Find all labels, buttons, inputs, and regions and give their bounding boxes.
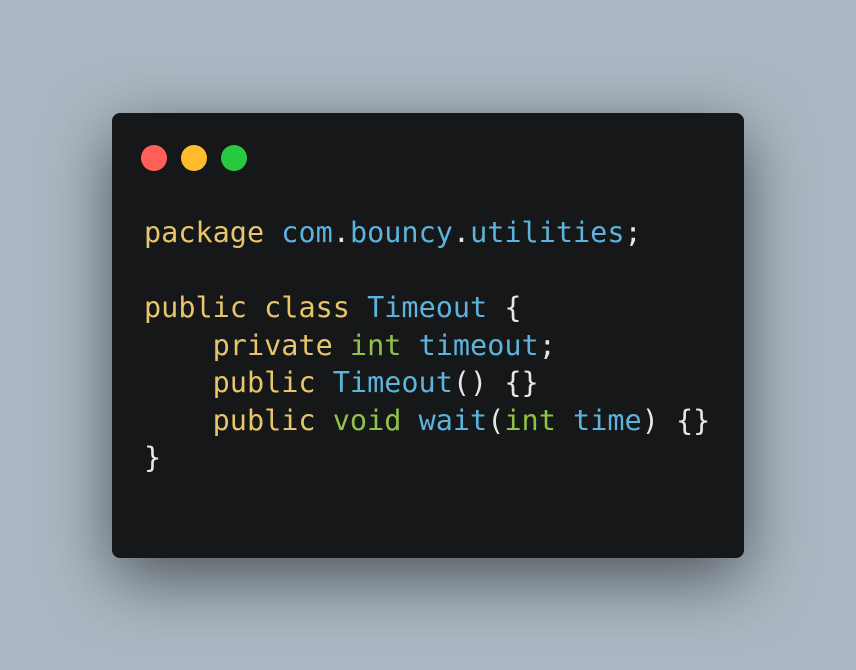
punctuation-token: { [487, 291, 522, 324]
punctuation-token [401, 329, 418, 362]
close-dot[interactable] [141, 145, 167, 171]
code-line: } [144, 439, 710, 477]
punctuation-token [316, 366, 333, 399]
type-token: void [332, 403, 402, 437]
punctuation-token [144, 366, 213, 399]
identifier-token: bouncy [349, 216, 453, 249]
code-line: public class Timeout { [144, 289, 710, 327]
punctuation-token [333, 329, 350, 362]
identifier-token: Timeout [367, 291, 488, 324]
keyword-token: public [212, 366, 316, 399]
punctuation-token: . [332, 216, 350, 249]
keyword-token: public [212, 403, 316, 437]
punctuation-token [144, 329, 213, 362]
identifier-token: utilities [470, 216, 625, 249]
punctuation-token [556, 404, 573, 437]
identifier-token: time [573, 403, 642, 437]
punctuation-token: () {} [452, 366, 539, 399]
punctuation-token [144, 404, 213, 437]
type-token: int [504, 403, 556, 437]
maximize-dot[interactable] [221, 145, 247, 171]
punctuation-token: . [452, 216, 471, 249]
minimize-dot[interactable] [181, 145, 207, 171]
punctuation-token [316, 404, 333, 437]
punctuation-token [401, 404, 418, 437]
punctuation-token: ) {} [641, 403, 711, 437]
punctuation-token: ; [624, 216, 642, 249]
punctuation-token: } [144, 441, 162, 474]
identifier-token: com [281, 216, 333, 249]
code-window: package com.bouncy.utilities; public clas… [112, 113, 744, 558]
punctuation-token [247, 291, 264, 324]
punctuation-token [264, 216, 281, 249]
punctuation-token: ( [487, 403, 505, 437]
identifier-token: Timeout [332, 366, 453, 399]
type-token: int [349, 328, 402, 362]
punctuation-token [350, 291, 367, 324]
code-line: public Timeout() {} [144, 364, 710, 402]
code-block: package com.bouncy.utilities; public clas… [144, 214, 710, 477]
code-line: package com.bouncy.utilities; [144, 214, 710, 252]
keyword-token: private [212, 328, 333, 362]
keyword-token: public [144, 291, 247, 324]
punctuation-token: ; [538, 328, 556, 362]
code-line: private int timeout; [144, 327, 710, 365]
code-line: public void wait(int time) {} [144, 402, 711, 440]
keyword-token: class [264, 291, 350, 324]
identifier-token: wait [418, 403, 488, 437]
window-controls [141, 145, 247, 171]
keyword-token: package [144, 216, 265, 249]
identifier-token: timeout [418, 328, 539, 362]
